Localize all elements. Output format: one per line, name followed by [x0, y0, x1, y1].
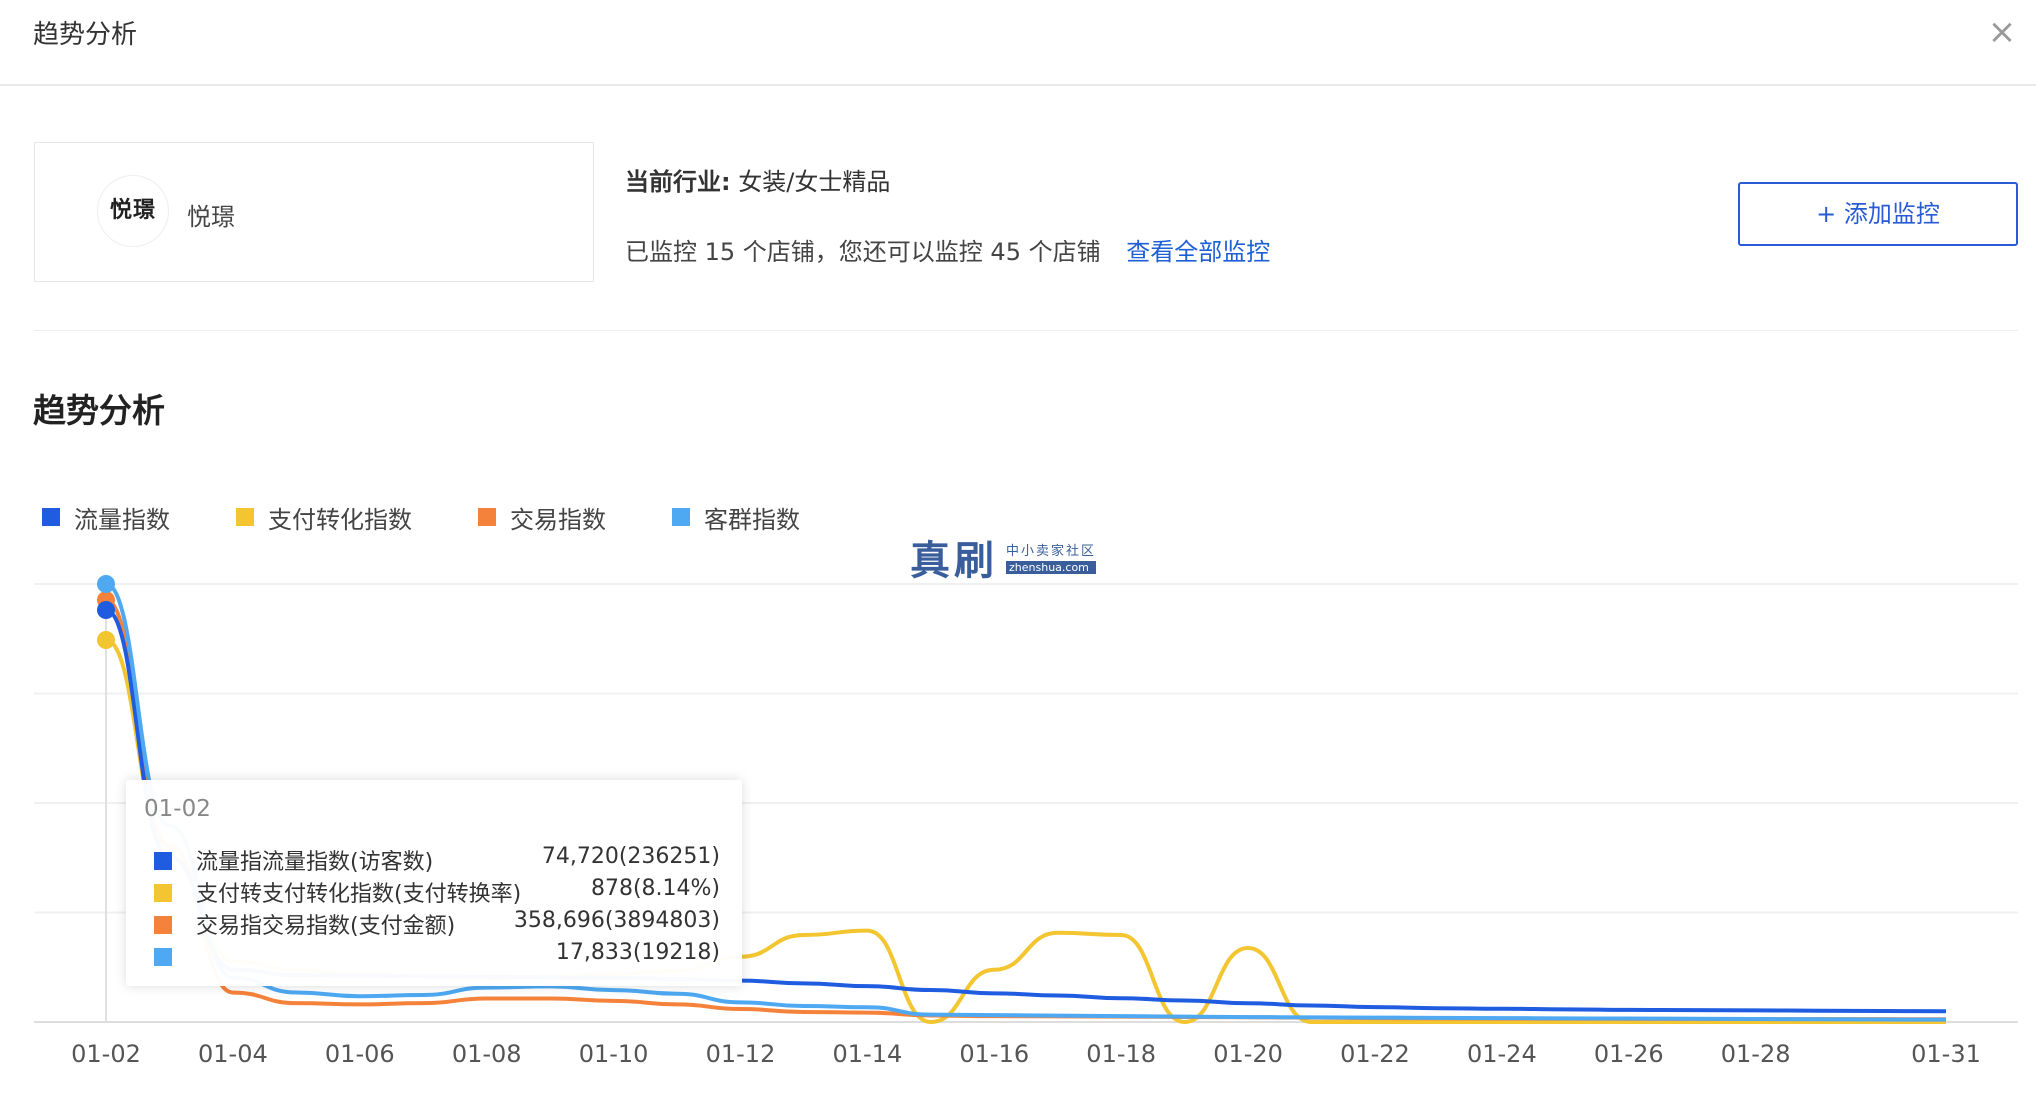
- legend-item-traffic[interactable]: 流量指数: [42, 500, 170, 535]
- modal-header: 趋势分析 ×: [0, 0, 2036, 86]
- shop-logo: 悦璟: [97, 175, 169, 247]
- chart-legend: 流量指数 支付转化指数 交易指数 客群指数: [42, 500, 866, 534]
- modal-title: 趋势分析: [33, 20, 138, 50]
- x-tick-label: 01-02: [71, 1040, 141, 1068]
- tooltip-row: 流量指流量指数(访客数) 74,720(236251): [154, 844, 720, 875]
- industry-value: 女装/女士精品: [738, 168, 891, 196]
- divider: [34, 330, 2018, 331]
- tooltip-label: 交易指交易指数(支付金额): [196, 914, 456, 939]
- tooltip-label: 流量指流量指数(访客数): [196, 850, 434, 875]
- x-tick-label: 01-18: [1086, 1040, 1156, 1068]
- tooltip-value: 17,833(19218): [555, 940, 720, 965]
- tooltip-swatch: [154, 884, 172, 902]
- x-tick-label: 01-06: [325, 1040, 395, 1068]
- tooltip-row: 17,833(19218): [154, 940, 720, 970]
- tooltip-date: 01-02: [144, 796, 211, 822]
- industry-label: 当前行业:: [625, 168, 731, 196]
- shop-card: 悦璟 悦璟: [34, 142, 594, 282]
- tooltip-row: 交易指交易指数(支付金额) 358,696(3894803): [154, 908, 720, 939]
- x-tick-label: 01-16: [959, 1040, 1029, 1068]
- view-all-monitor-link[interactable]: 查看全部监控: [1126, 238, 1270, 266]
- monitor-count-text: 已监控 15 个店铺，您还可以监控 45 个店铺: [625, 238, 1101, 266]
- tooltip-label: 支付转支付转化指数(支付转换率): [196, 882, 522, 907]
- legend-label: 流量指数: [74, 505, 170, 534]
- legend-item-conversion[interactable]: 支付转化指数: [236, 500, 412, 535]
- x-tick-label: 01-31: [1911, 1040, 1981, 1068]
- add-monitor-button[interactable]: + 添加监控: [1738, 182, 2018, 246]
- legend-item-customer[interactable]: 客群指数: [672, 500, 800, 535]
- legend-swatch: [672, 508, 690, 526]
- x-tick-label: 01-14: [833, 1040, 903, 1068]
- x-tick-label: 01-20: [1213, 1040, 1283, 1068]
- industry-line: 当前行业: 女装/女士精品: [625, 162, 890, 197]
- tooltip-swatch: [154, 852, 172, 870]
- close-icon[interactable]: ×: [1984, 14, 2020, 50]
- shop-name: 悦璟: [187, 203, 235, 231]
- x-tick-label: 01-12: [706, 1040, 776, 1068]
- x-tick-label: 01-28: [1721, 1040, 1791, 1068]
- data-point: [97, 631, 115, 649]
- legend-label: 支付转化指数: [268, 505, 412, 534]
- section-title: 趋势分析: [33, 391, 165, 430]
- tooltip-row: 支付转支付转化指数(支付转换率) 878(8.14%): [154, 876, 720, 907]
- x-tick-label: 01-04: [198, 1040, 268, 1068]
- legend-label: 客群指数: [704, 505, 800, 534]
- legend-swatch: [236, 508, 254, 526]
- tooltip-swatch: [154, 948, 172, 966]
- x-tick-label: 01-24: [1467, 1040, 1537, 1068]
- legend-label: 交易指数: [510, 505, 606, 534]
- data-point: [97, 575, 115, 593]
- x-tick-label: 01-22: [1340, 1040, 1410, 1068]
- legend-swatch: [42, 508, 60, 526]
- tooltip-value: 358,696(3894803): [513, 908, 720, 933]
- data-point: [97, 601, 115, 619]
- x-tick-label: 01-10: [579, 1040, 649, 1068]
- tooltip-value: 878(8.14%): [590, 876, 720, 901]
- legend-item-trade[interactable]: 交易指数: [478, 500, 606, 535]
- legend-swatch: [478, 508, 496, 526]
- shop-logo-text: 悦璟: [109, 198, 156, 223]
- watermark-cn: 中小卖家社区: [1006, 544, 1097, 559]
- x-tick-label: 01-26: [1594, 1040, 1664, 1068]
- monitor-line: 已监控 15 个店铺，您还可以监控 45 个店铺 查看全部监控: [625, 232, 1270, 267]
- x-tick-label: 01-08: [452, 1040, 522, 1068]
- tooltip-value: 74,720(236251): [541, 844, 720, 869]
- tooltip-swatch: [154, 916, 172, 934]
- chart-tooltip: 01-02 流量指流量指数(访客数) 74,720(236251) 支付转支付转…: [126, 780, 742, 986]
